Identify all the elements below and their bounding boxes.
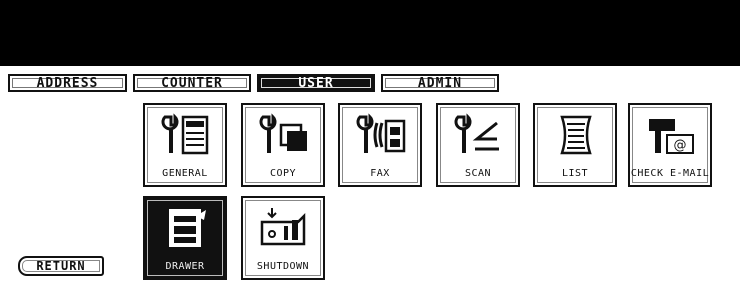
shutdown-button[interactable]: SHUTDOWN bbox=[241, 196, 325, 280]
tab-counter[interactable]: COUNTER bbox=[133, 74, 251, 92]
general-button[interactable]: GENERAL bbox=[143, 103, 227, 187]
scan-button[interactable]: SCAN bbox=[436, 103, 520, 187]
list-button[interactable]: LIST bbox=[533, 103, 617, 187]
return-button[interactable]: RETURN bbox=[18, 256, 104, 276]
drawer-button[interactable]: DRAWER bbox=[143, 196, 227, 280]
drawer-icon bbox=[169, 209, 206, 247]
wrench-copy-icon bbox=[259, 113, 307, 153]
fax-button[interactable]: FAX bbox=[338, 103, 422, 187]
check-email-label: CHECK E-MAIL bbox=[630, 168, 710, 179]
drawer-label: DRAWER bbox=[165, 261, 205, 272]
message-area bbox=[0, 0, 740, 66]
tab-user[interactable]: USER bbox=[257, 74, 375, 92]
list-label: LIST bbox=[561, 168, 589, 179]
wrench-scan-icon bbox=[454, 113, 499, 153]
email-check-icon: @ bbox=[649, 119, 694, 154]
tab-admin[interactable]: ADMIN bbox=[381, 74, 499, 92]
shutdown-label: SHUTDOWN bbox=[256, 261, 310, 272]
wrench-copier-icon bbox=[161, 113, 209, 155]
power-switch-icon bbox=[260, 208, 306, 246]
check-email-button[interactable]: @ CHECK E-MAIL bbox=[628, 103, 712, 187]
scan-label: SCAN bbox=[464, 168, 492, 179]
wrench-fax-icon bbox=[356, 113, 406, 153]
control-panel-screen: ADDRESS COUNTER USER ADMIN GENERAL COPY bbox=[0, 0, 740, 281]
list-document-icon bbox=[560, 115, 592, 155]
general-label: GENERAL bbox=[162, 168, 208, 179]
copy-button[interactable]: COPY bbox=[241, 103, 325, 187]
svg-text:@: @ bbox=[674, 138, 687, 153]
fax-label: FAX bbox=[370, 168, 390, 179]
copy-label: COPY bbox=[269, 168, 297, 179]
tab-address[interactable]: ADDRESS bbox=[8, 74, 127, 92]
